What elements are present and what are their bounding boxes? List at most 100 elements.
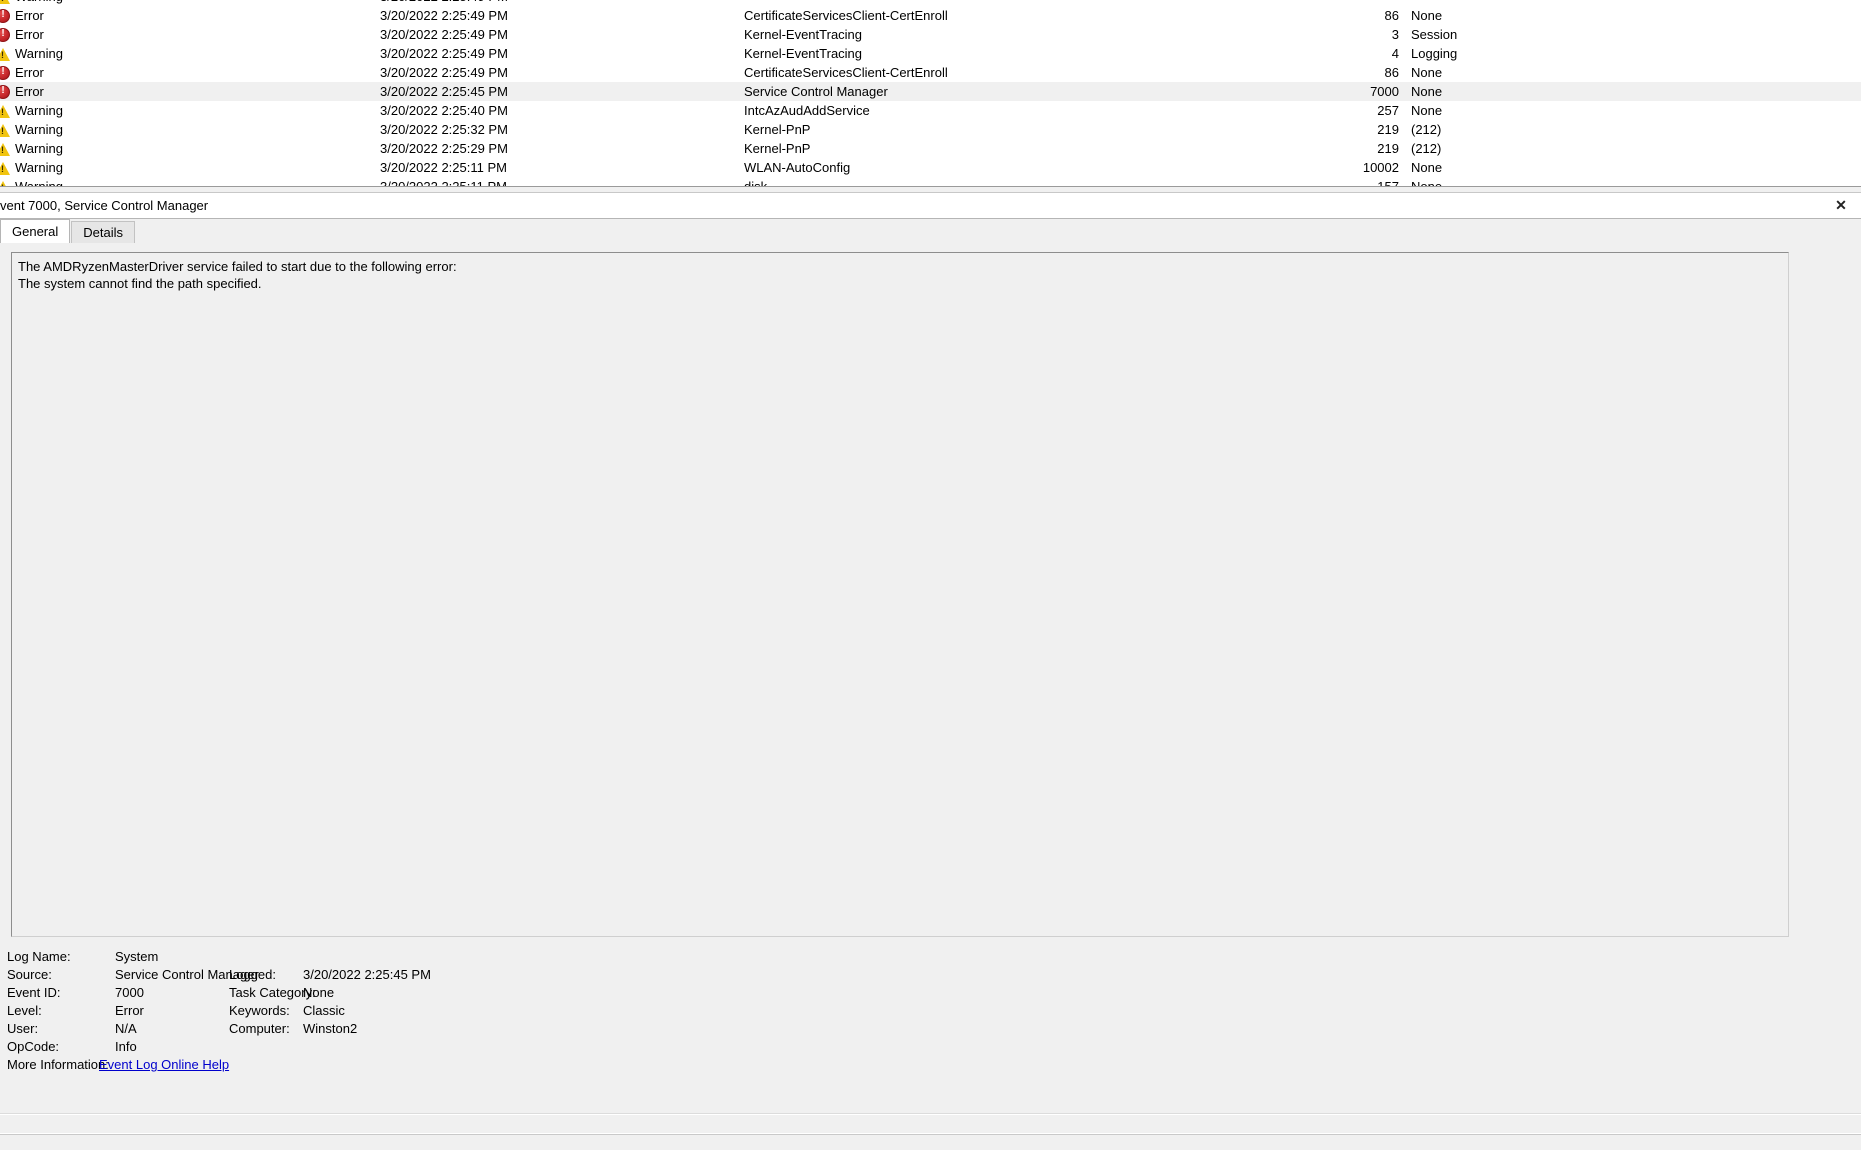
tab-general[interactable]: General	[0, 219, 71, 243]
event-id-cell: 219	[1377, 141, 1399, 156]
event-date-cell: 3/20/2022 2:25:11 PM	[380, 160, 507, 175]
event-id-cell: 86	[1384, 8, 1399, 23]
status-bar	[0, 1116, 1861, 1134]
warning-icon	[0, 123, 10, 137]
event-task-cell: None	[1399, 177, 1599, 186]
event-log-online-help-link[interactable]: Event Log Online Help	[99, 1056, 229, 1074]
event-date-cell: 3/20/2022 2:25:49 PM	[380, 27, 508, 42]
event-source-cell: Kernel-EventTracing	[744, 46, 863, 61]
event-task-cell: Session	[1411, 27, 1458, 42]
table-row[interactable]: Warning 3/20/2022 2:25:49 PM Kernel-EventT…	[0, 44, 1861, 63]
table-row[interactable]: Error 3/20/2022 2:25:49 PM CertificateServ…	[0, 6, 1861, 25]
meta-row-opcode: OpCode: Info	[0, 1038, 1861, 1056]
event-source-cell: CertificateServicesClient-CertEnroll	[744, 65, 948, 80]
event-level-cell: Error	[0, 6, 380, 25]
event-level-cell: Error	[0, 25, 380, 44]
description-line: The AMDRyzenMasterDriver service failed …	[18, 259, 457, 274]
tab-details[interactable]: Details	[71, 221, 135, 243]
event-level-cell: Error	[0, 63, 380, 82]
event-date-cell: 3/20/2022 2:25:40 PM	[380, 103, 508, 118]
warning-icon	[0, 104, 10, 118]
warning-icon	[0, 142, 10, 156]
event-task-cell: None	[1411, 160, 1443, 175]
detail-titlebar: vent 7000, Service Control Manager ✕	[0, 193, 1861, 219]
table-row[interactable]: Error 3/20/2022 2:25:49 PM Kernel-EventTra…	[0, 25, 1861, 44]
meta-row-log-name: Log Name: System	[0, 948, 1861, 966]
event-source-cell: Kernel-EventTracing	[744, 27, 863, 42]
event-level-label: Error	[15, 27, 44, 42]
event-level-cell: Warning	[0, 44, 380, 63]
meta-row-event-id: Event ID: 7000 Task Category: None	[0, 984, 1861, 1002]
event-date-cell: 3/20/2022 2:25:11 PM	[380, 177, 744, 186]
computer-value: Winston2	[303, 1021, 358, 1036]
meta-row-source: Source: Service Control Manager Logged: …	[0, 966, 1861, 984]
event-level-label: Error	[15, 8, 44, 23]
event-date-cell: 3/20/2022 2:25:49 PM	[380, 8, 508, 23]
event-level-label: Warning	[15, 160, 63, 175]
event-id-cell: 4	[1391, 46, 1399, 61]
event-task-cell: None	[1411, 84, 1443, 99]
event-source-cell: CertificateServicesClient-CertEnroll	[744, 8, 948, 23]
meta-row-user: User: N/A Computer: Winston2	[0, 1020, 1861, 1038]
event-level-label: Warning	[15, 122, 63, 137]
event-task-cell: None	[1411, 65, 1443, 80]
event-list[interactable]: Warning 3/20/2022 2:25:49 PM Error 3/20/202…	[0, 0, 1861, 186]
event-task-cell: Logging	[1411, 46, 1458, 61]
table-row[interactable]: Error 3/20/2022 2:25:49 PM CertificateServ…	[0, 63, 1861, 82]
event-date-cell: 3/20/2022 2:25:45 PM	[380, 84, 508, 99]
log-name-value: System	[115, 949, 159, 964]
warning-icon	[0, 161, 10, 175]
window-bottom-edge	[0, 1113, 1861, 1115]
event-level-cell: Warning	[0, 101, 380, 120]
task-category-value: None	[303, 985, 335, 1000]
event-metadata: Log Name: System Source: Service Control…	[0, 948, 1861, 1088]
pane-splitter[interactable]	[0, 186, 1861, 193]
event-source-cell: Kernel-PnP	[744, 122, 811, 137]
keywords-value: Classic	[303, 1003, 345, 1018]
event-date-cell: 3/20/2022 2:25:49 PM	[380, 65, 508, 80]
level-value: Error	[115, 1003, 144, 1018]
event-id-cell: 219	[1377, 122, 1399, 137]
error-icon	[0, 65, 10, 80]
event-id-cell: 3	[1391, 27, 1399, 42]
close-icon[interactable]: ✕	[1827, 193, 1855, 218]
event-level-cell: Warning	[0, 177, 380, 186]
table-row[interactable]: Warning 3/20/2022 2:25:32 PM Kernel-PnP 219…	[0, 120, 1861, 139]
table-row[interactable]: Warning 3/20/2022 2:25:11 PM WLAN-AutoConf…	[0, 158, 1861, 177]
meta-row-level: Level: Error Keywords: Classic	[0, 1002, 1861, 1020]
event-id-cell: 157	[1317, 177, 1399, 186]
event-id-value: 7000	[115, 985, 144, 1000]
meta-row-more-information: More Information: Event Log Online Help	[0, 1056, 1861, 1074]
event-level-label: Warning	[15, 46, 63, 61]
event-level-cell: Warning	[0, 120, 380, 139]
logged-value: 3/20/2022 2:25:45 PM	[303, 967, 431, 982]
event-level-cell: Warning	[0, 158, 380, 177]
table-row[interactable]: Warning 3/20/2022 2:25:29 PM Kernel-PnP 219…	[0, 139, 1861, 158]
event-source-cell: Service Control Manager	[744, 84, 888, 99]
event-date-cell: 3/20/2022 2:25:29 PM	[380, 141, 508, 156]
error-icon	[0, 84, 10, 99]
event-task-cell: (212)	[1411, 122, 1442, 137]
event-level-label: Error	[15, 84, 44, 99]
table-row[interactable]: Warning 3/20/2022 2:25:40 PM IntcAzAudAddS…	[0, 101, 1861, 120]
taskbar-edge	[0, 1134, 1861, 1150]
event-source-cell: IntcAzAudAddService	[744, 103, 870, 118]
error-icon	[0, 8, 10, 23]
event-id-cell: 10002	[1362, 160, 1399, 175]
event-detail-pane: vent 7000, Service Control Manager ✕ Gen…	[0, 193, 1861, 1150]
event-level-label: Warning	[15, 103, 63, 118]
event-id-cell: 7000	[1370, 84, 1399, 99]
event-level-cell: Error	[0, 82, 380, 101]
table-row[interactable]: Warning 3/20/2022 2:25:11 PMdisk157None	[0, 177, 1861, 186]
table-row[interactable]: Error 3/20/2022 2:25:45 PM Service Control…	[0, 82, 1861, 101]
event-source-cell: WLAN-AutoConfig	[744, 160, 851, 175]
opcode-value: Info	[115, 1039, 137, 1054]
description-line: The system cannot find the path specifie…	[18, 276, 262, 291]
event-description-box[interactable]: The AMDRyzenMasterDriver service failed …	[11, 252, 1789, 937]
detail-title: vent 7000, Service Control Manager	[0, 198, 209, 213]
event-level-label: Error	[15, 65, 44, 80]
event-id-cell: 86	[1384, 65, 1399, 80]
event-task-cell: (212)	[1411, 141, 1442, 156]
event-date-cell: 3/20/2022 2:25:32 PM	[380, 122, 508, 137]
detail-tabs: General Details	[0, 219, 1861, 243]
